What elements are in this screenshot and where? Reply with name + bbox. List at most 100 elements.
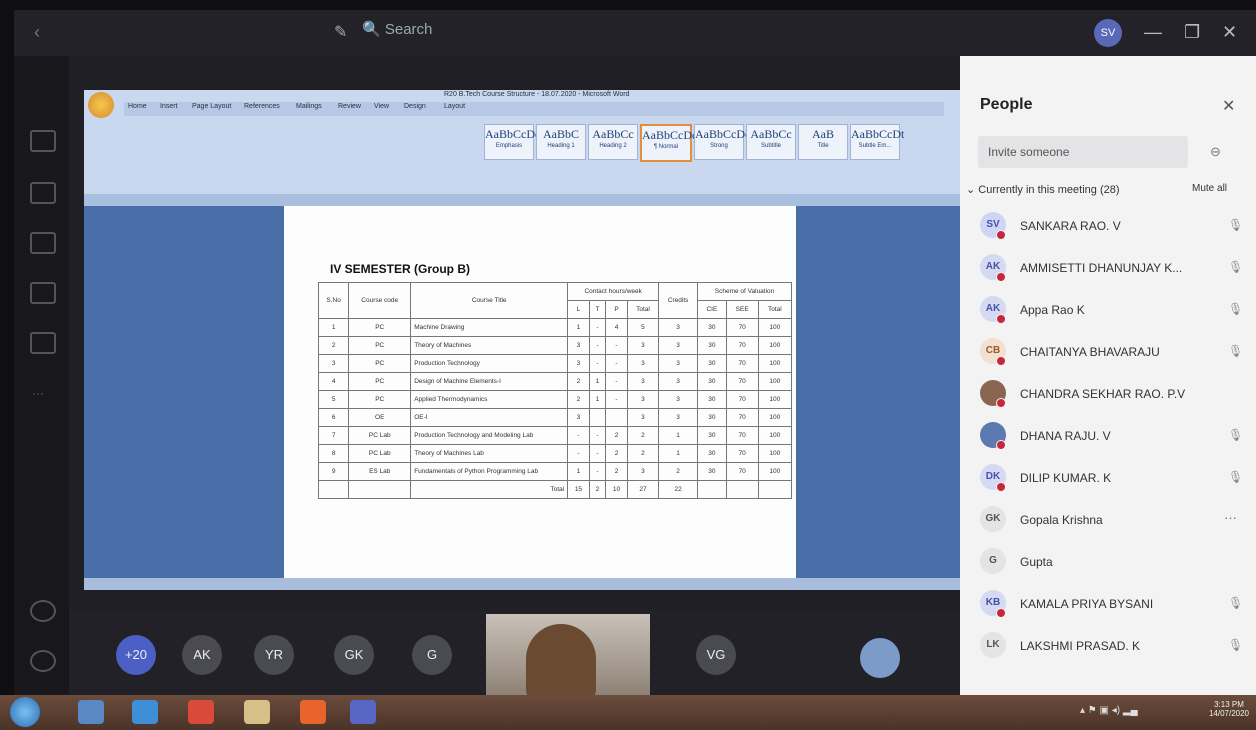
participant-name: SANKARA RAO. V — [1020, 219, 1121, 233]
ribbon-tab[interactable]: Insert — [160, 103, 178, 110]
table-cell: 3 — [658, 354, 699, 373]
participant-video-tile[interactable] — [486, 614, 650, 695]
mute-all-button[interactable]: Mute all — [1192, 183, 1227, 194]
back-arrow-icon[interactable]: ‹ — [34, 22, 40, 43]
table-cell: 1 — [588, 390, 607, 409]
ribbon-tab[interactable]: Mailings — [296, 103, 322, 110]
participant-row[interactable]: DHANA RAJU. V 🎙 — [960, 416, 1256, 456]
taskbar-clock[interactable]: 3:13 PM 14/07/2020 — [1206, 700, 1252, 718]
style-normal[interactable]: AaBbCcDc ¶ Normal — [640, 124, 697, 162]
maximize-icon[interactable]: ❐ — [1184, 22, 1200, 43]
style-subtitle[interactable]: AaBbCc Subtitle — [746, 124, 796, 160]
ribbon-tab[interactable]: Layout — [444, 103, 465, 110]
header-cell: Total — [757, 300, 793, 319]
ribbon-tab[interactable]: Review — [338, 103, 361, 110]
compose-icon[interactable]: ✎ — [334, 22, 347, 42]
style-subtle-emphasis[interactable]: AaBbCcDt Subtle Em... — [850, 124, 904, 160]
close-panel-icon[interactable]: ✕ — [1222, 96, 1235, 116]
style-heading-1[interactable]: AaBbC Heading 1 — [536, 124, 586, 160]
teams-icon[interactable] — [30, 182, 56, 204]
table-cell: 100 — [757, 336, 793, 355]
participant-row[interactable]: G Gupta — [960, 542, 1256, 582]
table-cell: 2 — [626, 426, 660, 445]
word-ribbon: R20 B.Tech Course Structure - 18.07.2020… — [84, 90, 974, 194]
chat-icon[interactable] — [30, 130, 56, 152]
semester-heading: IV SEMESTER (Group B) — [330, 262, 471, 276]
table-header-row: S.No Course code Course Title Contact ho… — [317, 282, 792, 319]
participant-circle[interactable]: +20 — [116, 635, 156, 675]
style-strong[interactable]: AaBbCcDc Strong — [694, 124, 750, 160]
taskbar-media-icon[interactable] — [78, 700, 104, 724]
participant-photo-avatar[interactable] — [860, 638, 900, 678]
header-cell: Total — [626, 300, 660, 319]
meeting-section-header[interactable]: ⌄ Currently in this meeting (28) — [966, 183, 1120, 196]
ribbon-tab[interactable]: View — [374, 103, 389, 110]
participant-circle[interactable]: YR — [254, 635, 294, 675]
ribbon-tab[interactable]: References — [244, 103, 280, 110]
ruler — [84, 194, 974, 206]
participant-circle[interactable]: G — [412, 635, 452, 675]
table-cell: - — [588, 426, 607, 445]
style-emphasis[interactable]: AaBbCcDc Emphasis — [484, 124, 540, 160]
table-cell: 8 — [317, 444, 350, 463]
ribbon-tab[interactable]: Page Layout — [192, 103, 231, 110]
table-cell: 1 — [567, 318, 590, 337]
calls-icon[interactable] — [30, 332, 56, 354]
user-avatar[interactable]: SV — [1094, 19, 1122, 47]
participant-name: Gopala Krishna — [1020, 513, 1103, 527]
participant-circle[interactable]: AK — [182, 635, 222, 675]
participant-row[interactable]: CHANDRA SEKHAR RAO. P.V — [960, 374, 1256, 414]
taskbar-firefox-icon[interactable] — [300, 700, 326, 724]
meeting-section-label: Currently in this meeting (28) — [978, 184, 1120, 196]
table-cell: 3 — [626, 354, 660, 373]
search-box[interactable]: 🔍 Search — [362, 20, 432, 38]
participant-row[interactable]: AK AMMISETTI DHANUNJAY K... 🎙 — [960, 248, 1256, 288]
course-title-cell: OE-I — [410, 408, 569, 427]
table-cell: 1 — [658, 444, 699, 463]
participant-circle[interactable]: VG — [696, 635, 736, 675]
participant-row[interactable]: LK LAKSHMI PRASAD. K 🎙 — [960, 626, 1256, 666]
office-button-icon[interactable] — [88, 92, 114, 118]
participant-row[interactable]: CB CHAITANYA BHAVARAJU 🎙 — [960, 332, 1256, 372]
presence-dot — [996, 230, 1006, 240]
taskbar-explorer-icon[interactable] — [244, 700, 270, 724]
table-cell: 100 — [757, 408, 793, 427]
style-heading-2[interactable]: AaBbCc Heading 2 — [588, 124, 638, 160]
participant-circle[interactable]: GK — [334, 635, 374, 675]
minimize-icon[interactable]: — — [1144, 22, 1162, 43]
participant-row[interactable]: GK Gopala Krishna ··· — [960, 500, 1256, 540]
participant-row[interactable]: SV SANKARA RAO. V 🎙 — [960, 206, 1256, 246]
taskbar-teams-icon[interactable] — [350, 700, 376, 724]
style-title[interactable]: AaB Title — [798, 124, 848, 160]
system-tray-icons[interactable]: ▴ ⚑ ▣ ◂) ▂▄ — [1080, 705, 1138, 716]
table-cell: 3 — [567, 336, 590, 355]
files-icon[interactable] — [30, 282, 56, 304]
ribbon-tab[interactable]: Home — [128, 103, 147, 110]
invite-input[interactable]: Invite someone — [978, 136, 1188, 168]
taskbar-ie-icon[interactable] — [132, 700, 158, 724]
help-icon[interactable] — [30, 650, 56, 672]
header-cell: S.No — [317, 282, 350, 319]
start-button-icon[interactable] — [10, 697, 40, 727]
participant-row[interactable]: KB KAMALA PRIYA BYSANI 🎙 — [960, 584, 1256, 624]
calendar-icon[interactable] — [30, 232, 56, 254]
close-window-icon[interactable]: ✕ — [1222, 22, 1237, 43]
ribbon-tab[interactable]: Design — [404, 103, 426, 110]
more-options-icon[interactable]: ··· — [1224, 510, 1237, 525]
header-cell: Credits — [658, 282, 699, 319]
course-title-cell: Fundamentals of Python Programming Lab — [410, 462, 569, 481]
more-apps-icon[interactable]: ··· — [32, 386, 44, 400]
participant-row[interactable]: AK Appa Rao K 🎙 — [960, 290, 1256, 330]
table-cell: 100 — [757, 354, 793, 373]
taskbar-chrome-icon[interactable] — [188, 700, 214, 724]
participant-name: AMMISETTI DHANUNJAY K... — [1020, 261, 1183, 275]
participant-name: DILIP KUMAR. K — [1020, 471, 1112, 485]
table-cell: 2 — [567, 372, 590, 391]
share-link-icon[interactable]: ⊖ — [1210, 144, 1221, 160]
apps-icon[interactable] — [30, 600, 56, 622]
participant-row[interactable]: DK DILIP KUMAR. K 🎙 — [960, 458, 1256, 498]
table-cell: 3 — [567, 354, 590, 373]
header-cell: Course Title — [410, 282, 569, 319]
header-cell: CIE — [697, 300, 727, 319]
table-cell: 1 — [588, 372, 607, 391]
